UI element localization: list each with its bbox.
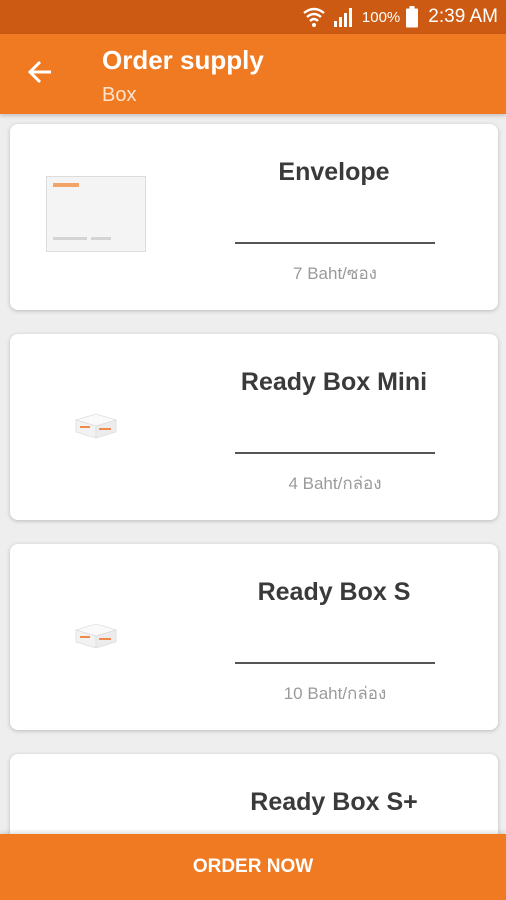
product-price: 10 Baht/กล่อง (283, 684, 387, 703)
product-card-ready-box-s-plus[interactable]: Ready Box S+ (10, 754, 498, 834)
signal-icon (332, 6, 356, 28)
product-image (36, 164, 156, 264)
order-now-button[interactable]: ORDER NOW (0, 834, 506, 900)
product-price: 4 Baht/กล่อง (288, 474, 382, 493)
quantity-input[interactable] (235, 662, 435, 664)
page-subtitle: Box (102, 84, 137, 106)
quantity-input[interactable] (235, 452, 435, 454)
product-price: 7 Baht/ซอง (293, 264, 377, 283)
arrow-left-icon (27, 59, 53, 90)
product-list[interactable]: Envelope 7 Baht/ซอง Ready Box Mini 4 Bah… (0, 114, 506, 834)
page-title: Order supply (102, 45, 264, 75)
product-image (36, 794, 156, 834)
product-card-envelope[interactable]: Envelope 7 Baht/ซอง (10, 124, 498, 310)
product-name: Envelope (278, 158, 390, 186)
battery-icon (406, 6, 419, 28)
wifi-calling-icon (302, 6, 326, 28)
battery-percent: 100% (361, 8, 401, 26)
product-name: Ready Box S+ (250, 788, 418, 816)
product-card-ready-box-s[interactable]: Ready Box S 10 Baht/กล่อง (10, 544, 498, 730)
product-name: Ready Box S (257, 578, 411, 606)
back-button[interactable] (22, 56, 58, 92)
product-image (36, 374, 156, 474)
app-bar: Order supply Box (0, 34, 506, 114)
product-card-ready-box-mini[interactable]: Ready Box Mini 4 Baht/กล่อง (10, 334, 498, 520)
box-image (74, 623, 118, 649)
product-image (36, 584, 156, 684)
status-bar: 100% 2:39 AM (0, 0, 506, 34)
envelope-image (46, 176, 146, 252)
product-name: Ready Box Mini (240, 368, 428, 396)
box-image (74, 413, 118, 439)
quantity-input[interactable] (235, 242, 435, 244)
clock: 2:39 AM (428, 6, 498, 27)
